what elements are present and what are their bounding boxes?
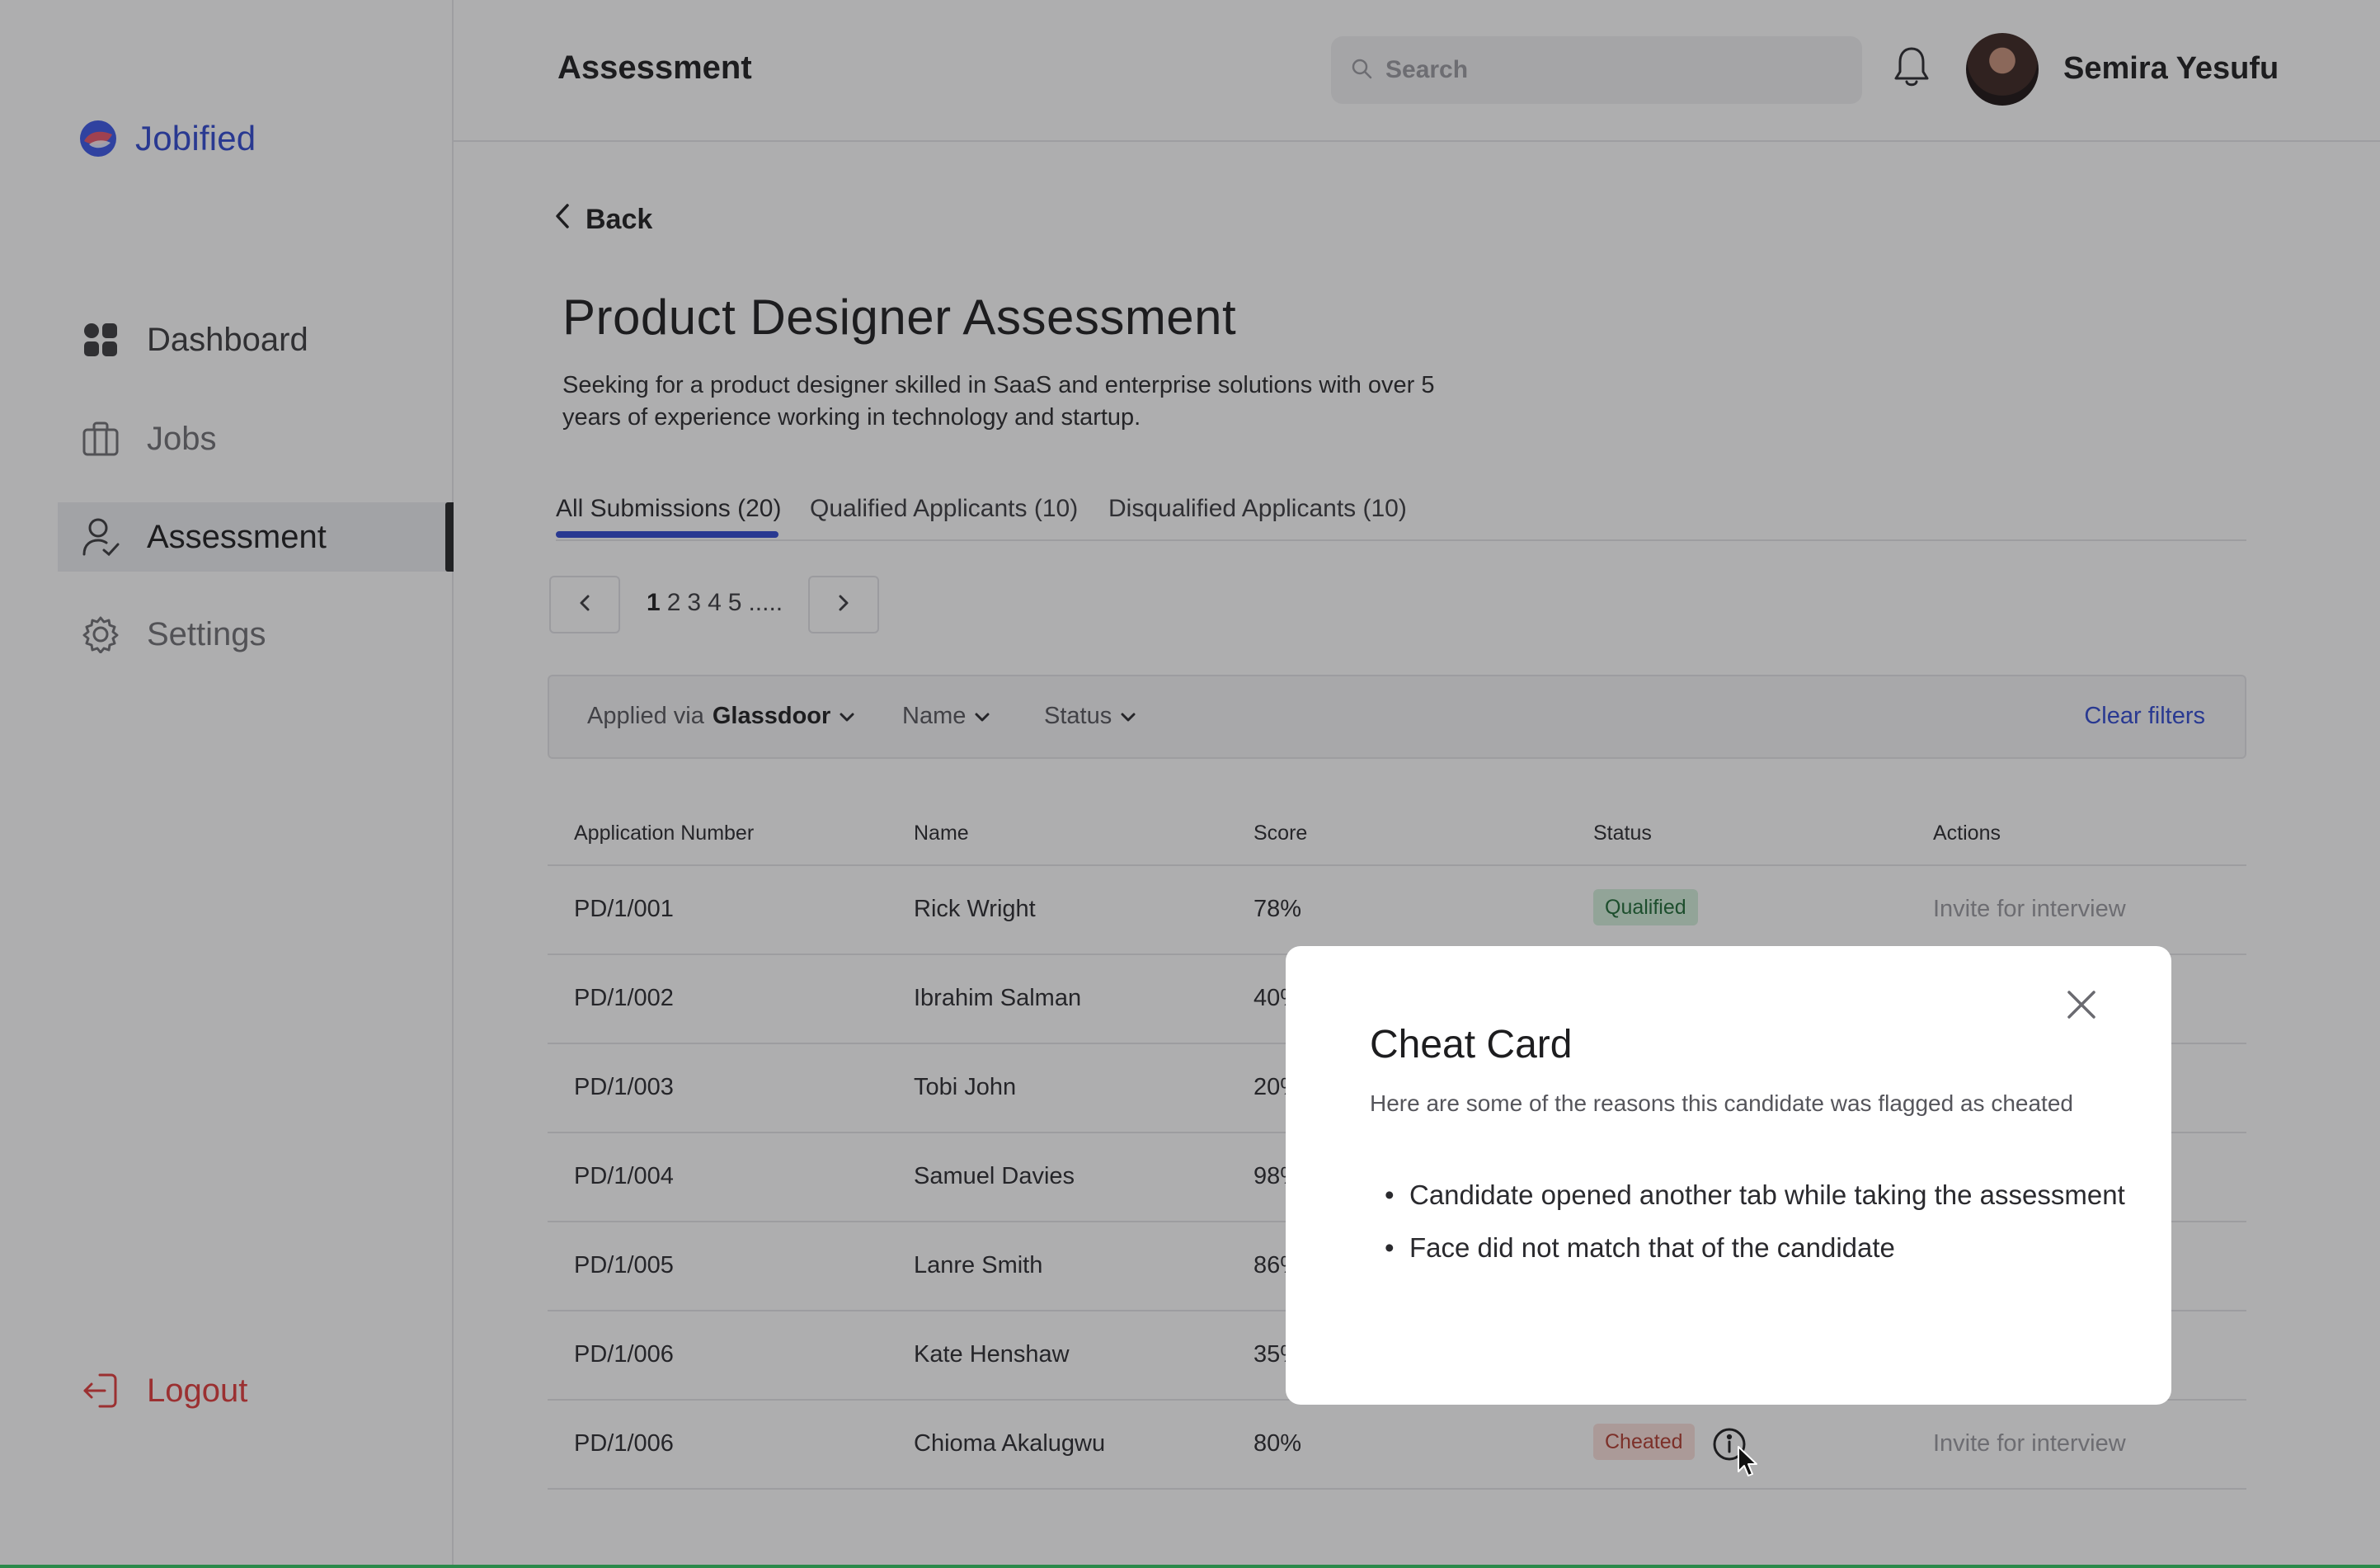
modal-subtitle: Here are some of the reasons this candid… xyxy=(1370,1090,2073,1116)
cheat-card-modal: Cheat Card Here are some of the reasons … xyxy=(1286,946,2171,1405)
modal-title: Cheat Card xyxy=(1370,1023,1573,1067)
close-icon[interactable] xyxy=(2063,986,2100,1024)
window-bottom-edge xyxy=(0,1565,2380,1568)
list-item: Face did not match that of the candidate xyxy=(1385,1222,2135,1274)
list-item: Candidate opened another tab while takin… xyxy=(1385,1169,2135,1222)
mouse-pointer-icon xyxy=(1737,1445,1758,1478)
cheat-reasons-list: Candidate opened another tab while takin… xyxy=(1370,1169,2135,1274)
